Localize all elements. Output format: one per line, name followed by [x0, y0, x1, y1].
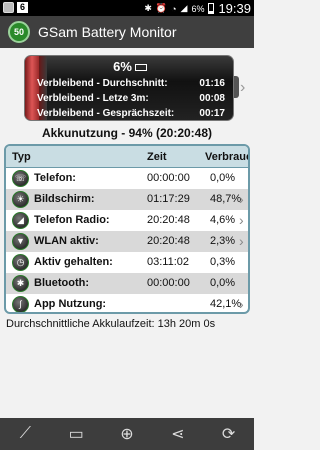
row-percent: 2,3% [210, 235, 236, 247]
chevron-right-icon[interactable]: › [239, 191, 244, 207]
add-circle-icon[interactable]: ⊕ [107, 424, 147, 444]
battery-percent-text: 6% [191, 3, 205, 14]
table-row[interactable]: ▼ WLAN aktiv: 20:20:48 2,3% › [6, 231, 248, 252]
bluetooth-status-icon: ✱ [144, 3, 152, 13]
apps-icon: ∫ [12, 296, 29, 312]
row-name: Bildschirm: [34, 193, 95, 205]
battery-row-label: Verbleibend - Letze 3m: [37, 93, 149, 104]
table-row[interactable]: ◷ Aktiv gehalten: 03:11:02 0,3% [6, 252, 248, 273]
app-logo-icon[interactable]: 50 [8, 21, 30, 43]
notification-count-icon: 6 [17, 2, 28, 13]
wifi-status-icon: ◔ [171, 3, 177, 14]
wifi-icon: ▼ [12, 233, 29, 250]
battery-row-label: Verbleibend - Gesprächszeit: [37, 108, 175, 119]
row-time: 00:00:00 [147, 172, 190, 184]
chevron-right-icon[interactable]: › [239, 212, 244, 228]
table-header: Typ Zeit Verbrauch [6, 146, 248, 168]
row-time: 03:11:02 [147, 256, 190, 268]
clock-text: 19:39 [218, 1, 251, 16]
battery-row: Verbleibend - Letze 3m: 00:08 [37, 93, 225, 104]
battery-percent-value: 6% [113, 59, 132, 74]
signal-status-icon: ◢ [180, 3, 188, 13]
row-time: 20:20:48 [147, 235, 190, 247]
usage-table: Typ Zeit Verbrauch ☏ Telefon: 00:00:00 0… [4, 144, 250, 314]
refresh-icon[interactable]: ⟳ [209, 424, 249, 444]
row-name: Aktiv gehalten: [34, 256, 113, 268]
bluetooth-icon: ✱ [12, 275, 29, 292]
row-name: Telefon Radio: [34, 214, 110, 226]
row-percent: 0,0% [210, 277, 236, 289]
row-time: 20:20:48 [147, 214, 190, 226]
column-header-time[interactable]: Zeit [147, 151, 167, 163]
screen-icon: ☀ [12, 191, 29, 208]
gallery-notification-icon [3, 2, 14, 13]
usage-heading: Akkunutzung - 94% (20:20:48) [41, 126, 213, 140]
battery-row: Verbleibend - Durchschnitt: 01:16 [37, 78, 225, 89]
battery-row-value: 01:16 [199, 78, 225, 89]
row-name: WLAN aktiv: [34, 235, 99, 247]
table-row[interactable]: ☏ Telefon: 00:00:00 0,0% [6, 168, 248, 189]
app-title: GSam Battery Monitor [38, 24, 177, 40]
chart-view-icon[interactable]: ▭ [56, 424, 96, 444]
row-percent: 42,1% [210, 298, 242, 310]
row-percent: 0,3% [210, 256, 236, 268]
battery-status-icon [208, 3, 215, 14]
alarm-icon: ⏰ [155, 3, 168, 13]
row-percent: 0,0% [210, 172, 236, 184]
row-percent: 4,6% [210, 214, 236, 226]
battery-row-label: Verbleibend - Durchschnitt: [37, 78, 168, 89]
battery-chevron-right-icon[interactable]: › [240, 79, 245, 97]
battery-mini-icon [134, 64, 147, 72]
signal-icon: ◢ [12, 212, 29, 229]
chevron-right-icon[interactable]: › [239, 233, 244, 249]
average-runtime: Durchschnittliche Akkulaufzeit: 13h 20m … [6, 318, 216, 330]
table-row[interactable]: ◢ Telefon Radio: 20:20:48 4,6% › [6, 210, 248, 231]
battery-graphic[interactable]: 6% Verbleibend - Durchschnitt: 01:16 Ver… [24, 55, 234, 121]
row-name: Bluetooth: [34, 277, 89, 289]
table-row[interactable]: ✱ Bluetooth: 00:00:00 0,0% [6, 273, 248, 294]
status-bar: 6 ✱ ⏰ ◔ ◢ 6% 19:39 [0, 0, 254, 16]
column-header-usage[interactable]: Verbrauch [205, 151, 248, 163]
row-percent: 48,7% [210, 193, 242, 205]
app-title-bar: 50 GSam Battery Monitor [0, 16, 254, 48]
table-row[interactable]: ∫ App Nutzung: 42,1% › [6, 294, 248, 312]
column-header-type[interactable]: Typ [12, 151, 31, 163]
battery-row: Verbleibend - Gesprächszeit: 00:17 [37, 108, 225, 119]
table-row[interactable]: ☀ Bildschirm: 01:17:29 48,7% › [6, 189, 248, 210]
chevron-right-icon[interactable]: › [239, 296, 244, 312]
phone-icon: ☏ [12, 170, 29, 187]
row-time: 00:00:00 [147, 277, 190, 289]
bottom-action-bar: ⟋ ▭ ⊕ ⋖ ⟳ [0, 418, 254, 450]
battery-cap [234, 76, 239, 98]
battery-row-value: 00:08 [199, 93, 225, 104]
share-icon[interactable]: ⋖ [158, 424, 198, 444]
graph-icon[interactable]: ⟋ [5, 425, 45, 443]
row-name: Telefon: [34, 172, 76, 184]
battery-percent-label: 6% [25, 59, 233, 74]
row-time: 01:17:29 [147, 193, 190, 205]
battery-row-value: 00:17 [199, 108, 225, 119]
clock-icon: ◷ [12, 254, 29, 271]
row-name: App Nutzung: [34, 298, 107, 310]
